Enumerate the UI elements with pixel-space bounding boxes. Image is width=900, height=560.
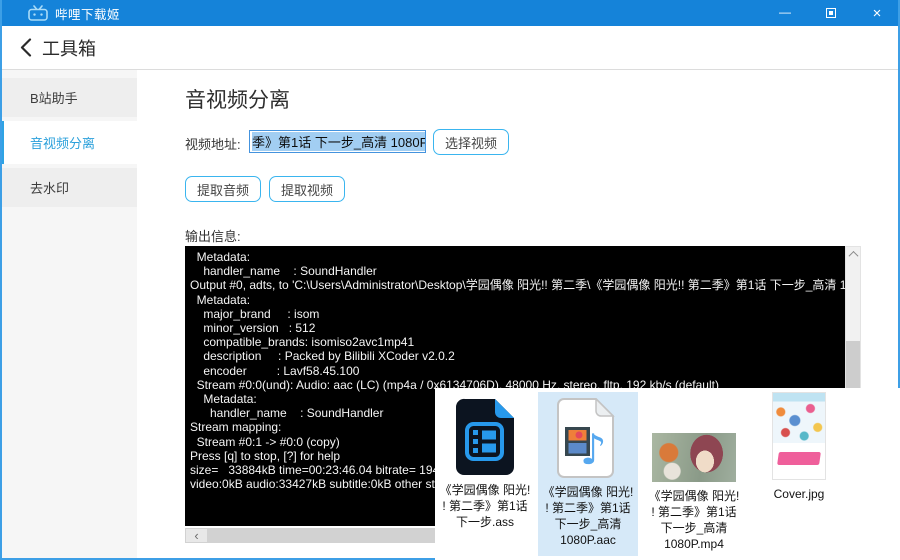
video-file-icon bbox=[449, 398, 521, 476]
cover-logo-strip bbox=[777, 452, 821, 466]
video-path-selected-text: 季》第1话 下一步_高清 1080P.mp4 bbox=[252, 132, 425, 151]
sidebar-item-av-separation[interactable]: 音视频分离 bbox=[0, 121, 137, 164]
desktop-files-panel: 《学园偶像 阳光! ! 第二季》第1话 下一步.ass ♪ 《学园偶像 阳光! … bbox=[435, 388, 900, 560]
file-item-aac[interactable]: ♪ 《学园偶像 阳光! ! 第二季》第1话 下一步_高清 1080P.aac bbox=[538, 392, 638, 556]
file-item-mp4[interactable]: 《学园偶像 阳光! ! 第二季》第1话 下一步_高清 1080P.mp4 bbox=[641, 398, 747, 552]
file-item-cover[interactable]: Cover.jpg bbox=[751, 392, 847, 502]
page-title: 音视频分离 bbox=[185, 89, 290, 112]
maximize-icon bbox=[826, 8, 836, 18]
mp4-thumbnail bbox=[652, 433, 736, 482]
toolbox-header: 工具箱 bbox=[0, 26, 900, 70]
titlebar: 哔哩下载姬 — × bbox=[0, 0, 900, 26]
close-button[interactable]: × bbox=[854, 0, 900, 26]
extract-video-button[interactable]: 提取视频 bbox=[269, 176, 346, 202]
audio-file-icon: ♪ bbox=[552, 398, 624, 478]
file-label: 《学园偶像 阳光! ! 第二季》第1话 下一步_高清 1080P.mp4 bbox=[648, 489, 740, 551]
file-label: 《学园偶像 阳光! ! 第二季》第1话 下一步_高清 1080P.aac bbox=[542, 485, 634, 547]
back-button[interactable]: 工具箱 bbox=[20, 35, 96, 61]
back-chevron-icon bbox=[20, 38, 32, 57]
scroll-up-icon[interactable] bbox=[846, 247, 860, 262]
video-path-label: 视频地址: bbox=[185, 137, 241, 152]
minimize-icon: — bbox=[779, 5, 791, 19]
choose-video-button[interactable]: 选择视频 bbox=[433, 129, 510, 155]
extract-audio-button[interactable]: 提取音频 bbox=[185, 176, 262, 202]
header-title: 工具箱 bbox=[42, 38, 96, 59]
app-window: 哔哩下载姬 — × 工具箱 B站助手 音视频分离 去水印 音视频分离 视频地址:… bbox=[0, 0, 900, 560]
scroll-left-icon[interactable]: ‹ bbox=[186, 529, 207, 542]
minimize-button[interactable]: — bbox=[762, 0, 808, 26]
maximize-button[interactable] bbox=[808, 0, 854, 26]
bilibili-tv-icon bbox=[28, 5, 48, 21]
sidebar-item-bilibili-helper[interactable]: B站助手 bbox=[0, 78, 137, 117]
sidebar: B站助手 音视频分离 去水印 bbox=[0, 70, 137, 560]
svg-text:♪: ♪ bbox=[580, 425, 607, 474]
window-title: 哔哩下载姬 bbox=[55, 7, 121, 22]
file-item-ass[interactable]: 《学园偶像 阳光! ! 第二季》第1话 下一步.ass bbox=[435, 398, 535, 530]
file-label: Cover.jpg bbox=[773, 487, 825, 501]
output-label: 输出信息: bbox=[185, 229, 241, 244]
sidebar-item-remove-watermark[interactable]: 去水印 bbox=[0, 168, 137, 207]
cover-thumbnail bbox=[772, 392, 826, 480]
file-label: 《学园偶像 阳光! ! 第二季》第1话 下一步.ass bbox=[439, 483, 531, 529]
video-path-input[interactable]: 季》第1话 下一步_高清 1080P.mp4 bbox=[249, 130, 426, 153]
window-controls: — × bbox=[762, 0, 900, 26]
close-icon: × bbox=[872, 4, 882, 22]
